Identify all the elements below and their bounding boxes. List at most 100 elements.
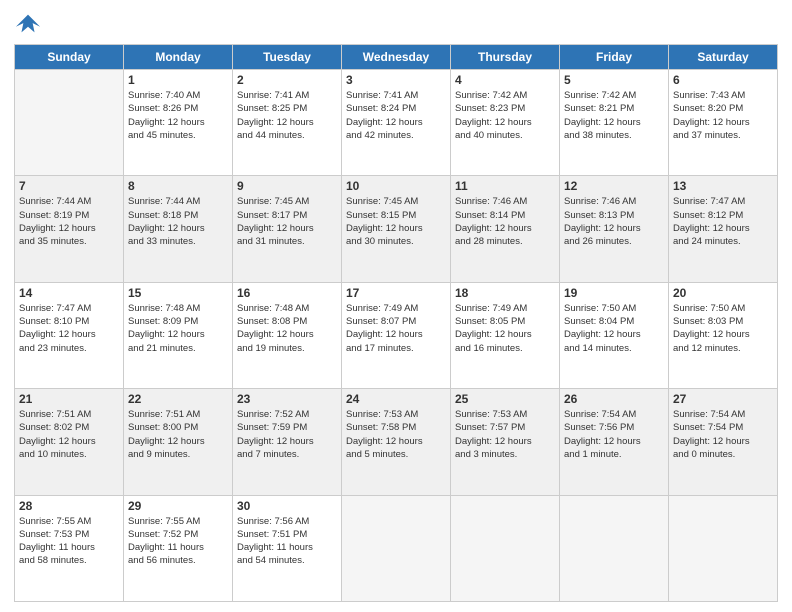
day-number: 1 — [128, 73, 228, 87]
calendar-cell — [560, 495, 669, 601]
day-info: Sunrise: 7:42 AM Sunset: 8:23 PM Dayligh… — [455, 89, 555, 142]
day-info: Sunrise: 7:47 AM Sunset: 8:12 PM Dayligh… — [673, 195, 773, 248]
day-number: 11 — [455, 179, 555, 193]
calendar-cell: 17Sunrise: 7:49 AM Sunset: 8:07 PM Dayli… — [342, 282, 451, 388]
day-number: 19 — [564, 286, 664, 300]
day-number: 12 — [564, 179, 664, 193]
day-number: 6 — [673, 73, 773, 87]
calendar-cell: 5 Sunrise: 7:42 AM Sunset: 8:21 PM Daylig… — [560, 70, 669, 176]
calendar-cell — [451, 495, 560, 601]
calendar-cell: 26 Sunrise: 7:54 AM Sunset: 7:56 PM Dayli… — [560, 389, 669, 495]
calendar-cell: 11 Sunrise: 7:46 AM Sunset: 8:14 PM Dayli… — [451, 176, 560, 282]
calendar-day-header: Thursday — [451, 45, 560, 70]
calendar-day-header: Saturday — [669, 45, 778, 70]
calendar-cell: 23 Sunrise: 7:52 AM Sunset: 7:59 PM Dayli… — [233, 389, 342, 495]
calendar-cell — [342, 495, 451, 601]
day-number: 13 — [673, 179, 773, 193]
day-info: Sunrise: 7:49 AM Sunset: 8:07 PM Dayligh… — [346, 302, 446, 355]
calendar-cell: 18 Sunrise: 7:49 AM Sunset: 8:05 PM Dayli… — [451, 282, 560, 388]
calendar-week-row: 21Sunrise: 7:51 AM Sunset: 8:02 PM Dayli… — [15, 389, 778, 495]
day-info: Sunrise: 7:48 AM Sunset: 8:08 PM Dayligh… — [237, 302, 337, 355]
day-info: Sunrise: 7:46 AM Sunset: 8:14 PM Dayligh… — [455, 195, 555, 248]
header — [14, 10, 778, 38]
logo-icon — [14, 10, 42, 38]
calendar-cell: 4 Sunrise: 7:42 AM Sunset: 8:23 PM Daylig… — [451, 70, 560, 176]
day-number: 7 — [19, 179, 119, 193]
day-number: 18 — [455, 286, 555, 300]
calendar-cell: 15Sunrise: 7:48 AM Sunset: 8:09 PM Dayli… — [124, 282, 233, 388]
day-number: 29 — [128, 499, 228, 513]
calendar-cell: 24 Sunrise: 7:53 AM Sunset: 7:58 PM Dayli… — [342, 389, 451, 495]
calendar-cell: 2Sunrise: 7:41 AM Sunset: 8:25 PM Daylig… — [233, 70, 342, 176]
calendar-cell: 16 Sunrise: 7:48 AM Sunset: 8:08 PM Dayli… — [233, 282, 342, 388]
calendar-cell: 27 Sunrise: 7:54 AM Sunset: 7:54 PM Dayli… — [669, 389, 778, 495]
day-number: 24 — [346, 392, 446, 406]
day-number: 5 — [564, 73, 664, 87]
day-info: Sunrise: 7:55 AM Sunset: 7:53 PM Dayligh… — [19, 515, 119, 568]
day-info: Sunrise: 7:51 AM Sunset: 8:00 PM Dayligh… — [128, 408, 228, 461]
day-info: Sunrise: 7:53 AM Sunset: 7:58 PM Dayligh… — [346, 408, 446, 461]
day-number: 25 — [455, 392, 555, 406]
calendar-cell: 7Sunrise: 7:44 AM Sunset: 8:19 PM Daylig… — [15, 176, 124, 282]
day-number: 3 — [346, 73, 446, 87]
calendar-day-header: Wednesday — [342, 45, 451, 70]
day-number: 28 — [19, 499, 119, 513]
calendar-table: SundayMondayTuesdayWednesdayThursdayFrid… — [14, 44, 778, 602]
day-number: 27 — [673, 392, 773, 406]
day-info: Sunrise: 7:50 AM Sunset: 8:04 PM Dayligh… — [564, 302, 664, 355]
day-number: 23 — [237, 392, 337, 406]
day-number: 22 — [128, 392, 228, 406]
calendar-cell: 22 Sunrise: 7:51 AM Sunset: 8:00 PM Dayli… — [124, 389, 233, 495]
calendar-cell — [669, 495, 778, 601]
calendar-cell: 30Sunrise: 7:56 AM Sunset: 7:51 PM Dayli… — [233, 495, 342, 601]
day-number: 14 — [19, 286, 119, 300]
calendar-cell: 28 Sunrise: 7:55 AM Sunset: 7:53 PM Dayli… — [15, 495, 124, 601]
day-info: Sunrise: 7:54 AM Sunset: 7:54 PM Dayligh… — [673, 408, 773, 461]
day-info: Sunrise: 7:56 AM Sunset: 7:51 PM Dayligh… — [237, 515, 337, 568]
day-number: 15 — [128, 286, 228, 300]
calendar-cell: 19 Sunrise: 7:50 AM Sunset: 8:04 PM Dayli… — [560, 282, 669, 388]
day-info: Sunrise: 7:49 AM Sunset: 8:05 PM Dayligh… — [455, 302, 555, 355]
day-number: 2 — [237, 73, 337, 87]
day-info: Sunrise: 7:44 AM Sunset: 8:18 PM Dayligh… — [128, 195, 228, 248]
calendar-day-header: Monday — [124, 45, 233, 70]
page: SundayMondayTuesdayWednesdayThursdayFrid… — [0, 0, 792, 612]
calendar-cell: 29 Sunrise: 7:55 AM Sunset: 7:52 PM Dayli… — [124, 495, 233, 601]
day-number: 20 — [673, 286, 773, 300]
calendar-cell: 25 Sunrise: 7:53 AM Sunset: 7:57 PM Dayli… — [451, 389, 560, 495]
calendar-cell: 21Sunrise: 7:51 AM Sunset: 8:02 PM Dayli… — [15, 389, 124, 495]
day-number: 9 — [237, 179, 337, 193]
calendar-week-row: 1 Sunrise: 7:40 AM Sunset: 8:26 PM Daylig… — [15, 70, 778, 176]
day-number: 21 — [19, 392, 119, 406]
day-number: 8 — [128, 179, 228, 193]
calendar-day-header: Tuesday — [233, 45, 342, 70]
day-info: Sunrise: 7:40 AM Sunset: 8:26 PM Dayligh… — [128, 89, 228, 142]
day-info: Sunrise: 7:45 AM Sunset: 8:15 PM Dayligh… — [346, 195, 446, 248]
day-info: Sunrise: 7:53 AM Sunset: 7:57 PM Dayligh… — [455, 408, 555, 461]
calendar-cell: 8 Sunrise: 7:44 AM Sunset: 8:18 PM Daylig… — [124, 176, 233, 282]
day-info: Sunrise: 7:52 AM Sunset: 7:59 PM Dayligh… — [237, 408, 337, 461]
calendar-day-header: Sunday — [15, 45, 124, 70]
calendar-cell: 13 Sunrise: 7:47 AM Sunset: 8:12 PM Dayli… — [669, 176, 778, 282]
calendar-cell: 12Sunrise: 7:46 AM Sunset: 8:13 PM Dayli… — [560, 176, 669, 282]
calendar-day-header: Friday — [560, 45, 669, 70]
day-info: Sunrise: 7:41 AM Sunset: 8:24 PM Dayligh… — [346, 89, 446, 142]
day-number: 10 — [346, 179, 446, 193]
calendar-week-row: 28 Sunrise: 7:55 AM Sunset: 7:53 PM Dayli… — [15, 495, 778, 601]
day-info: Sunrise: 7:54 AM Sunset: 7:56 PM Dayligh… — [564, 408, 664, 461]
logo — [14, 10, 46, 38]
calendar-cell: 3 Sunrise: 7:41 AM Sunset: 8:24 PM Daylig… — [342, 70, 451, 176]
day-number: 26 — [564, 392, 664, 406]
day-info: Sunrise: 7:42 AM Sunset: 8:21 PM Dayligh… — [564, 89, 664, 142]
day-info: Sunrise: 7:55 AM Sunset: 7:52 PM Dayligh… — [128, 515, 228, 568]
day-info: Sunrise: 7:47 AM Sunset: 8:10 PM Dayligh… — [19, 302, 119, 355]
calendar-cell: 9Sunrise: 7:45 AM Sunset: 8:17 PM Daylig… — [233, 176, 342, 282]
calendar-cell: 14 Sunrise: 7:47 AM Sunset: 8:10 PM Dayli… — [15, 282, 124, 388]
calendar-cell: 20 Sunrise: 7:50 AM Sunset: 8:03 PM Dayli… — [669, 282, 778, 388]
day-info: Sunrise: 7:50 AM Sunset: 8:03 PM Dayligh… — [673, 302, 773, 355]
day-number: 4 — [455, 73, 555, 87]
calendar-cell — [15, 70, 124, 176]
calendar-cell: 6Sunrise: 7:43 AM Sunset: 8:20 PM Daylig… — [669, 70, 778, 176]
day-number: 16 — [237, 286, 337, 300]
calendar-cell: 10 Sunrise: 7:45 AM Sunset: 8:15 PM Dayli… — [342, 176, 451, 282]
